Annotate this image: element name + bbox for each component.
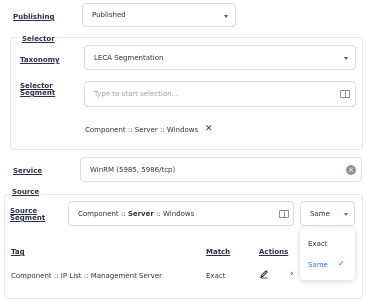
selector-chip-text: Component :: Server :: Windows bbox=[85, 126, 199, 134]
table-cell-tag: Component :: IP List :: Management Serve… bbox=[11, 272, 163, 280]
chevron-down-icon bbox=[224, 15, 228, 18]
match-select-value: Same bbox=[310, 209, 330, 218]
remove-tag-icon[interactable]: › bbox=[290, 269, 294, 279]
taxonomy-value: LECA Segmentation bbox=[94, 53, 164, 62]
publishing-value: Published bbox=[92, 11, 126, 19]
close-icon[interactable]: ✕ bbox=[205, 124, 213, 134]
match-select[interactable]: Same bbox=[300, 201, 355, 226]
source-segment-value-prefix: Component :: bbox=[78, 209, 128, 218]
taxonomy-select[interactable]: LECA Segmentation bbox=[84, 45, 356, 70]
check-icon: ✓ bbox=[338, 259, 345, 268]
book-icon[interactable] bbox=[279, 210, 289, 218]
dropdown-option-same[interactable]: Same bbox=[308, 261, 328, 269]
source-segment-label-2: Segment bbox=[10, 214, 46, 222]
selector-segment-input[interactable]: Type to start selection... bbox=[84, 81, 356, 107]
service-input[interactable]: WinRM (5985, 5986/tcp) × bbox=[80, 157, 362, 182]
table-row: Component :: IP List :: Management Serve… bbox=[0, 262, 300, 292]
service-label: Service bbox=[13, 167, 43, 175]
selector-segment-label-2: Segment bbox=[20, 89, 56, 97]
publishing-label: Publishing bbox=[13, 13, 55, 21]
dropdown-option-exact[interactable]: Exact bbox=[308, 240, 327, 248]
selector-chip: Component :: Server :: Windows bbox=[85, 126, 198, 134]
selector-segment-placeholder: Type to start selection... bbox=[94, 90, 179, 98]
source-segment-value: Component :: Server :: Windows bbox=[78, 210, 194, 218]
service-value: WinRM (5985, 5986/tcp) bbox=[90, 165, 176, 174]
chevron-down-icon bbox=[344, 213, 348, 216]
source-segment-value-bold: Server bbox=[127, 209, 154, 218]
chevron-down-icon bbox=[344, 57, 348, 60]
table-header-match[interactable]: Match bbox=[206, 248, 230, 256]
match-dropdown: Exact Same ✓ bbox=[300, 228, 355, 280]
source-segment-input[interactable]: Component :: Server :: Windows bbox=[68, 201, 294, 226]
book-icon[interactable] bbox=[340, 90, 350, 98]
source-title: Source bbox=[10, 188, 42, 196]
taxonomy-label: Taxonomy bbox=[20, 56, 60, 64]
source-segment-value-suffix: :: Windows bbox=[153, 209, 195, 218]
edit-icon[interactable] bbox=[259, 269, 269, 281]
publishing-select[interactable]: Published bbox=[82, 3, 236, 27]
table-cell-match: Exact bbox=[206, 272, 226, 280]
table-header-tag[interactable]: Tag bbox=[11, 248, 25, 256]
table-header-actions: Actions bbox=[259, 248, 289, 256]
selector-title: Selector bbox=[20, 35, 57, 43]
clear-icon[interactable]: × bbox=[346, 165, 356, 175]
